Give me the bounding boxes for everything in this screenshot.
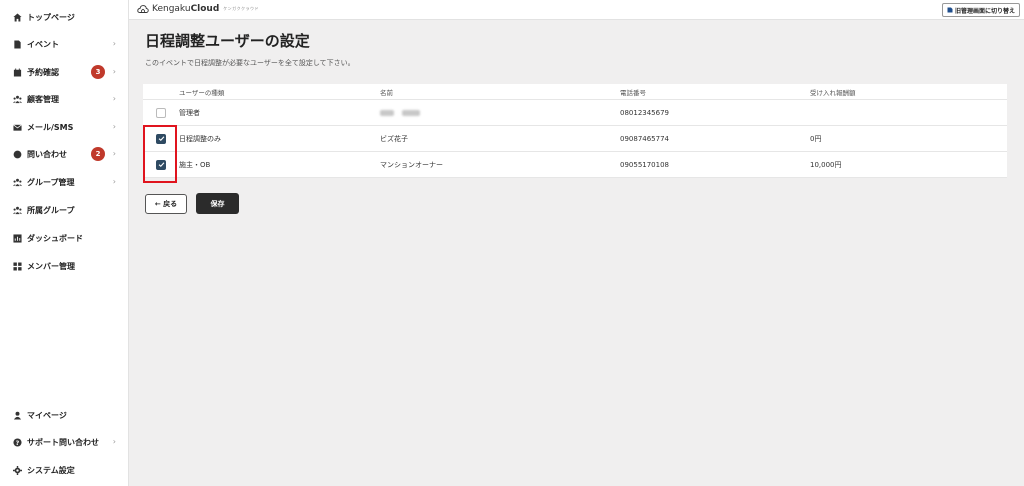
gear-icon [12,465,22,475]
table-row: 日程調整のみ ビズ花子 09087465774 0円 [143,126,1007,152]
top-header: Kengaku Cloud ケンガククラウド 旧管理画面に切り替え [129,0,1024,20]
sidebar-item-label: イベント [27,39,59,49]
chart-icon [12,233,22,243]
sidebar-item-customers[interactable]: 顧客管理 › [0,88,129,110]
people-icon [12,94,22,104]
sidebar-item-label: 所属グループ [27,205,75,215]
mail-icon [12,122,22,132]
sidebar-item-affiliated-group[interactable]: 所属グループ [0,199,129,221]
sidebar-item-group-management[interactable]: グループ管理 › [0,171,129,193]
notification-badge: 3 [91,65,105,79]
switch-legacy-admin-button[interactable]: 旧管理画面に切り替え [941,3,1020,17]
sidebar-item-my-page[interactable]: マイページ [0,404,129,426]
sidebar-item-label: グループ管理 [27,177,75,187]
chevron-right-icon: › [112,67,116,76]
highlight-annotation-box [143,125,177,183]
phone-cell: 09087465774 [620,134,669,143]
sidebar-item-label: マイページ [27,410,67,420]
sidebar-item-top-page[interactable]: トップページ [0,6,129,28]
user-type-cell: 日程調整のみ [179,134,221,143]
chevron-right-icon: › [112,39,116,48]
fee-cell: 10,000円 [810,160,842,169]
sidebar-item-label: サポート問い合わせ [27,437,99,447]
calendar-icon [12,67,22,77]
sidebar-item-label: メール/SMS [27,122,74,132]
chevron-right-icon: › [112,177,116,186]
phone-cell: 08012345679 [620,108,669,117]
sidebar-item-mail-sms[interactable]: メール/SMS › [0,116,129,138]
sidebar-item-label: ダッシュボード [27,233,83,243]
user-settings-table: ユーザーの種類 名前 電話番号 受け入れ報酬額 管理者 08012345679 … [143,84,1007,178]
logo-text-bold: Cloud [190,4,220,14]
page-description: このイベントで日程調整が必要なユーザーを全て設定して下さい。 [145,59,355,67]
sidebar-item-dashboard[interactable]: ダッシュボード [0,227,129,249]
chevron-right-icon: › [112,122,116,131]
user-icon [12,410,22,420]
header-fee: 受け入れ報酬額 [810,88,856,97]
logo-subtext: ケンガククラウド [223,6,260,11]
table-row: 施主・OB マンションオーナー 09055170108 10,000円 [143,152,1007,178]
header-phone: 電話番号 [620,88,646,97]
user-type-cell: 管理者 [179,108,200,117]
chevron-right-icon: › [112,437,116,446]
chevron-right-icon: › [112,149,116,158]
sidebar-item-label: メンバー管理 [27,261,75,271]
sidebar-item-label: 問い合わせ [27,149,67,159]
sidebar-item-members[interactable]: メンバー管理 [0,255,129,277]
header-name: 名前 [380,88,393,97]
sidebar-item-reservation[interactable]: 予約確認 3 › [0,61,129,83]
blurred-name-part [402,109,420,116]
cloud-icon [137,5,149,13]
back-button[interactable]: ← 戻る [145,194,187,214]
phone-cell: 09055170108 [620,160,669,169]
sidebar-item-label: 予約確認 [27,67,59,77]
blurred-name-part [380,109,394,116]
document-icon [12,39,22,49]
svg-text:?: ? [15,439,19,446]
logo-text: Kengaku [152,4,191,14]
switch-legacy-admin-label: 旧管理画面に切り替え [954,7,1015,15]
name-cell-blurred [380,109,620,117]
sidebar-item-label: トップページ [27,12,75,22]
switch-icon [947,7,953,13]
table-header: ユーザーの種類 名前 電話番号 受け入れ報酬額 [143,84,1007,100]
page-title: 日程調整ユーザーの設定 [145,32,310,50]
save-button[interactable]: 保存 [196,193,239,214]
header-user-type: ユーザーの種類 [179,88,225,97]
sidebar-item-system-settings[interactable]: システム設定 [0,459,129,481]
grid-icon [12,261,22,271]
table-row: 管理者 08012345679 [143,100,1007,126]
notification-badge: 2 [91,147,105,161]
sidebar-item-support[interactable]: ? サポート問い合わせ › [0,431,129,453]
name-cell: マンションオーナー [380,160,443,169]
group-icon [12,205,22,215]
sidebar-item-inquiries[interactable]: 問い合わせ 2 › [0,143,129,165]
row-checkbox[interactable] [156,107,166,118]
help-icon: ? [12,437,22,447]
group-icon [12,177,22,187]
fee-cell: 0円 [810,134,822,143]
name-cell: ビズ花子 [380,134,408,143]
logo[interactable]: Kengaku Cloud ケンガククラウド [137,4,259,14]
home-icon [12,12,22,22]
sidebar: トップページ イベント › 予約確認 3 › 顧客管理 › メール/SMS › … [0,0,129,486]
sidebar-item-label: 顧客管理 [27,94,59,104]
sidebar-item-label: システム設定 [27,465,75,475]
chat-icon [12,149,22,159]
sidebar-item-event[interactable]: イベント › [0,33,129,55]
chevron-right-icon: › [112,94,116,103]
user-type-cell: 施主・OB [179,160,211,169]
